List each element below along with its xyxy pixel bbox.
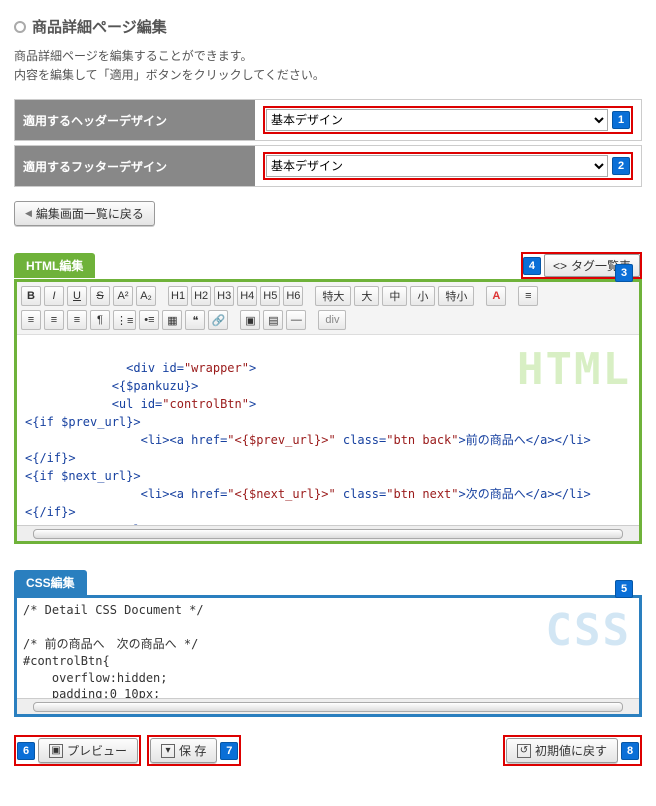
css-watermark: CSS bbox=[546, 600, 631, 662]
image-button[interactable]: ▣ bbox=[240, 310, 260, 330]
html-section-title: HTML編集 bbox=[14, 253, 95, 278]
div-button[interactable]: div bbox=[318, 310, 346, 330]
page-title-text: 商品詳細ページ編集 bbox=[32, 16, 167, 37]
css-code-textarea[interactable]: CSS/* Detail CSS Document */ /* 前の商品へ 次の… bbox=[17, 598, 639, 698]
header-design-select[interactable]: 基本デザイン bbox=[266, 109, 608, 131]
align-left-button[interactable]: ≡ bbox=[21, 310, 41, 330]
hr-button[interactable]: — bbox=[286, 310, 306, 330]
unordered-list-button[interactable]: •≡ bbox=[139, 310, 159, 330]
size-xs-button[interactable]: 特小 bbox=[438, 286, 474, 306]
html-code-textarea[interactable]: HTML <div id="wrapper"> <{$pankuzu}> <ul… bbox=[17, 335, 639, 525]
italic-button[interactable]: I bbox=[44, 286, 64, 306]
preview-button[interactable]: ▣ プレビュー bbox=[38, 738, 138, 763]
align-right-button[interactable]: ≡ bbox=[67, 310, 87, 330]
horizontal-scrollbar[interactable] bbox=[17, 525, 639, 541]
save-button[interactable]: ▾ 保 存 bbox=[150, 738, 217, 763]
media-button[interactable]: ▤ bbox=[263, 310, 283, 330]
badge-3: 3 bbox=[615, 264, 633, 282]
h6-button[interactable]: H6 bbox=[283, 286, 303, 306]
editor-toolbar: B I U S A² A₂ H1 H2 H3 H4 H5 H6 特大 大 中 小… bbox=[17, 282, 639, 335]
back-label: 編集画面一覧に戻る bbox=[36, 205, 144, 222]
h3-button[interactable]: H3 bbox=[214, 286, 234, 306]
bold-button[interactable]: B bbox=[21, 286, 41, 306]
subscript-button[interactable]: A₂ bbox=[136, 286, 156, 306]
preview-label: プレビュー bbox=[67, 742, 127, 759]
underline-button[interactable]: U bbox=[67, 286, 87, 306]
html-editor: 3 B I U S A² A₂ H1 H2 H3 H4 H5 H6 特大 大 中… bbox=[14, 279, 642, 544]
ordered-list-button[interactable]: ⋮≡ bbox=[113, 310, 136, 330]
badge-2: 2 bbox=[612, 157, 630, 175]
reset-icon: ↺ bbox=[517, 744, 531, 758]
h2-button[interactable]: H2 bbox=[191, 286, 211, 306]
size-s-button[interactable]: 小 bbox=[410, 286, 435, 306]
h1-button[interactable]: H1 bbox=[168, 286, 188, 306]
superscript-button[interactable]: A² bbox=[113, 286, 133, 306]
header-design-setting: 適用するヘッダーデザイン 基本デザイン 1 bbox=[14, 99, 642, 141]
badge-4: 4 bbox=[523, 257, 541, 275]
align-justify-button[interactable]: ≡ bbox=[518, 286, 538, 306]
align-center-button[interactable]: ≡ bbox=[44, 310, 64, 330]
html-watermark: HTML bbox=[517, 337, 631, 403]
reset-label: 初期値に戻す bbox=[535, 742, 607, 759]
badge-6: 6 bbox=[17, 742, 35, 760]
h4-button[interactable]: H4 bbox=[237, 286, 257, 306]
code-icon: <> bbox=[553, 259, 567, 273]
paragraph-button[interactable]: ¶ bbox=[90, 310, 110, 330]
desc-line-1: 商品詳細ページを編集することができます。 bbox=[14, 47, 642, 66]
header-design-label: 適用するヘッダーデザイン bbox=[15, 100, 255, 140]
strike-button[interactable]: S bbox=[90, 286, 110, 306]
badge-5: 5 bbox=[615, 580, 633, 598]
page-title: 商品詳細ページ編集 bbox=[14, 16, 642, 37]
back-to-list-button[interactable]: ◀ 編集画面一覧に戻る bbox=[14, 201, 155, 226]
circle-icon bbox=[14, 21, 26, 33]
h5-button[interactable]: H5 bbox=[260, 286, 280, 306]
table-button[interactable]: ▦ bbox=[162, 310, 182, 330]
horizontal-scrollbar[interactable] bbox=[17, 698, 639, 714]
font-color-button[interactable]: A bbox=[486, 286, 506, 306]
css-editor: 5 CSS/* Detail CSS Document */ /* 前の商品へ … bbox=[14, 595, 642, 717]
save-label: 保 存 bbox=[179, 742, 206, 759]
size-m-button[interactable]: 中 bbox=[382, 286, 407, 306]
save-icon: ▾ bbox=[161, 744, 175, 758]
size-l-button[interactable]: 大 bbox=[354, 286, 379, 306]
reset-button[interactable]: ↺ 初期値に戻す bbox=[506, 738, 618, 763]
footer-design-select[interactable]: 基本デザイン bbox=[266, 155, 608, 177]
quote-button[interactable]: ❝ bbox=[185, 310, 205, 330]
desc-line-2: 内容を編集して「適用」ボタンをクリックしてください。 bbox=[14, 66, 642, 85]
badge-1: 1 bbox=[612, 111, 630, 129]
page-description: 商品詳細ページを編集することができます。 内容を編集して「適用」ボタンをクリック… bbox=[14, 47, 642, 85]
footer-design-label: 適用するフッターデザイン bbox=[15, 146, 255, 186]
preview-icon: ▣ bbox=[49, 744, 63, 758]
size-xl-button[interactable]: 特大 bbox=[315, 286, 351, 306]
badge-8: 8 bbox=[621, 742, 639, 760]
footer-design-setting: 適用するフッターデザイン 基本デザイン 2 bbox=[14, 145, 642, 187]
css-section-title: CSS編集 bbox=[14, 570, 87, 595]
triangle-left-icon: ◀ bbox=[25, 208, 32, 219]
badge-7: 7 bbox=[220, 742, 238, 760]
link-button[interactable]: 🔗 bbox=[208, 310, 228, 330]
